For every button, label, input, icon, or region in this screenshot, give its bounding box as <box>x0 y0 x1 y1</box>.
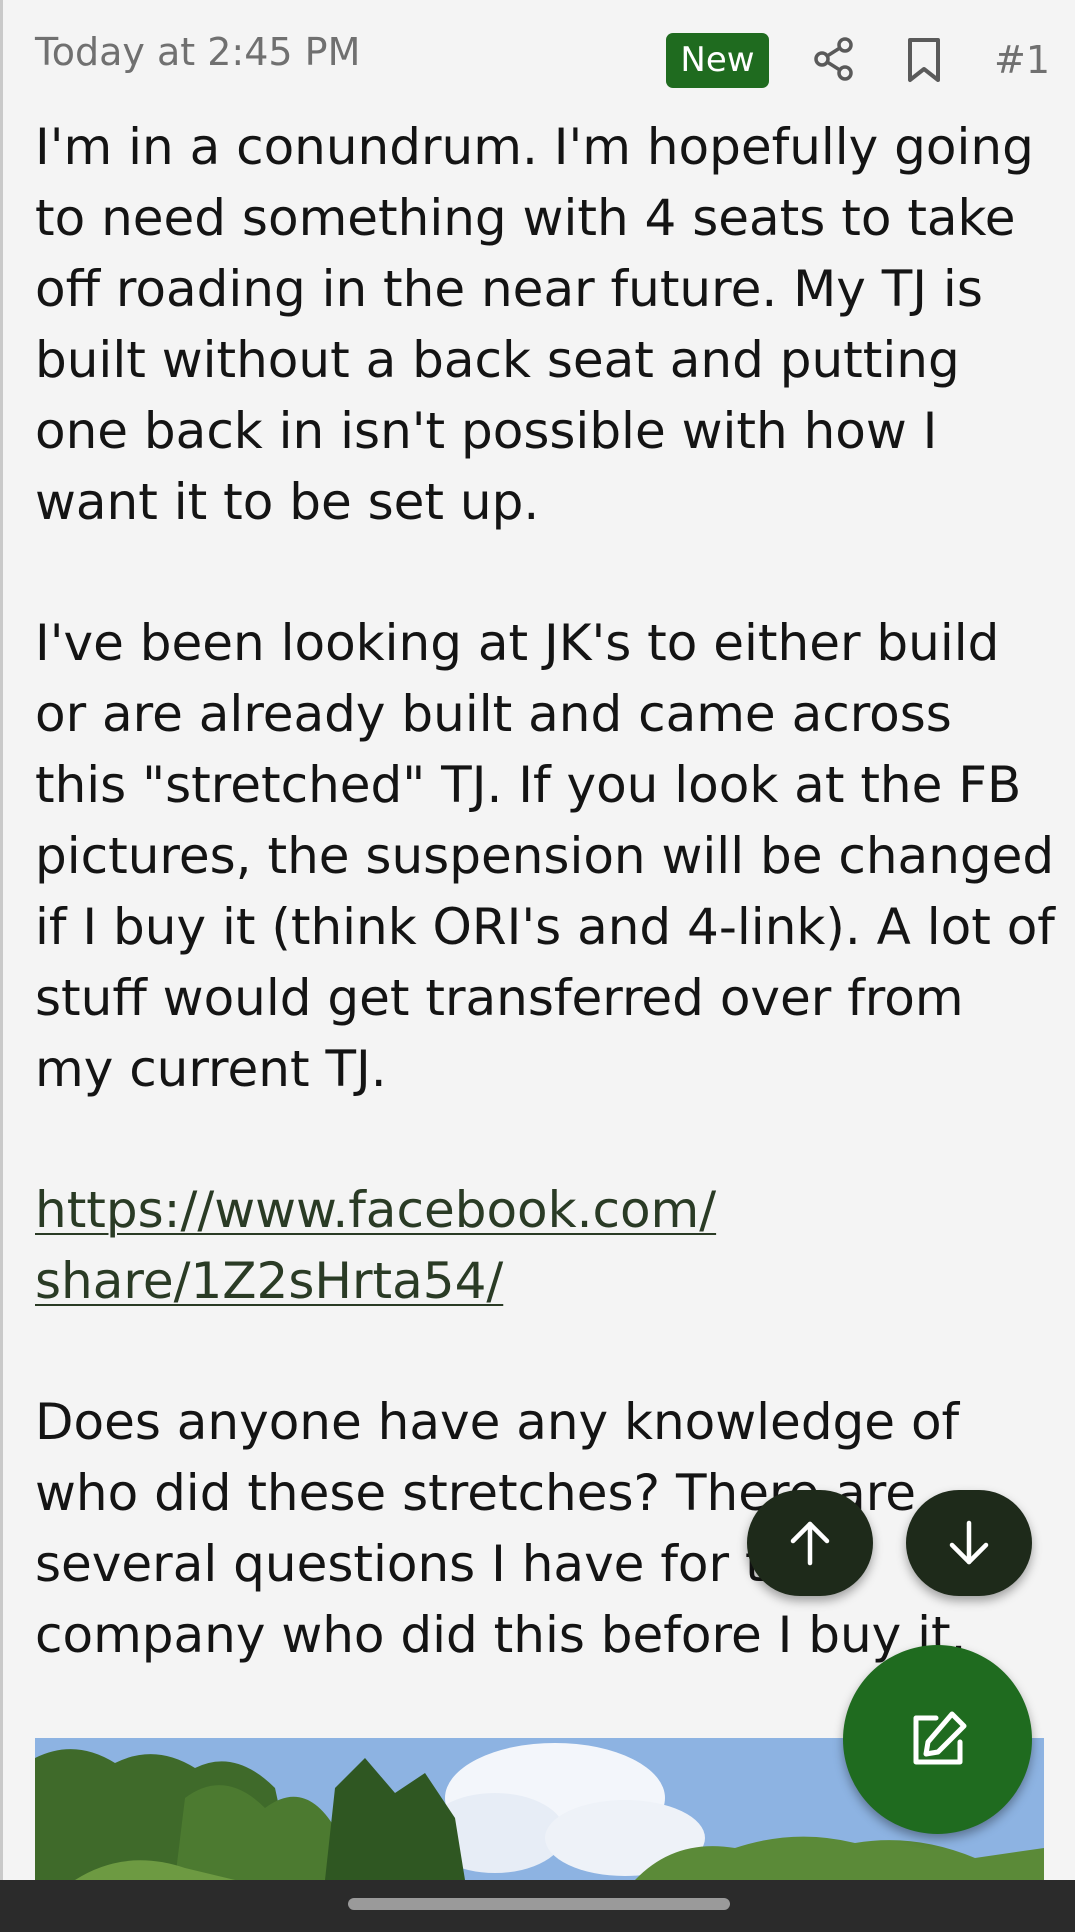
arrow-up-icon <box>790 1521 830 1566</box>
share-icon[interactable] <box>812 36 856 82</box>
post-paragraph: Does anyone have any knowledge of who di… <box>35 1393 967 1664</box>
post-timestamp[interactable]: Today at 2:45 PM <box>35 26 360 78</box>
post-number-link[interactable]: #1 <box>994 34 1050 86</box>
post-body: I'm in a conundrum. I'm hopefully going … <box>35 112 1055 1741</box>
new-badge: New <box>666 33 769 88</box>
post-paragraph: I'm in a conundrum. I'm hopefully going … <box>35 118 1034 531</box>
post-paragraph: I've been looking at JK's to either buil… <box>35 614 1055 1098</box>
home-gesture-handle[interactable] <box>348 1898 730 1910</box>
arrow-down-icon <box>949 1520 989 1565</box>
scroll-down-button[interactable] <box>906 1490 1032 1596</box>
bookmark-icon[interactable] <box>904 36 944 84</box>
facebook-link-line-2[interactable]: share/1Z2sHrta54/ <box>35 1252 503 1310</box>
post-link-paragraph: https://www.facebook.com/share/1Z2sHrta5… <box>35 1175 1055 1317</box>
post-left-border <box>0 0 3 1880</box>
facebook-link[interactable]: https://www.facebook.com/share/1Z2sHrta5… <box>35 1181 716 1310</box>
post-header: Today at 2:45 PM New #1 <box>0 0 1075 120</box>
scroll-up-button[interactable] <box>747 1490 873 1596</box>
compose-icon <box>913 1711 966 1764</box>
reply-compose-button[interactable] <box>843 1645 1032 1834</box>
facebook-link-line-1[interactable]: https://www.facebook.com/ <box>35 1181 716 1239</box>
